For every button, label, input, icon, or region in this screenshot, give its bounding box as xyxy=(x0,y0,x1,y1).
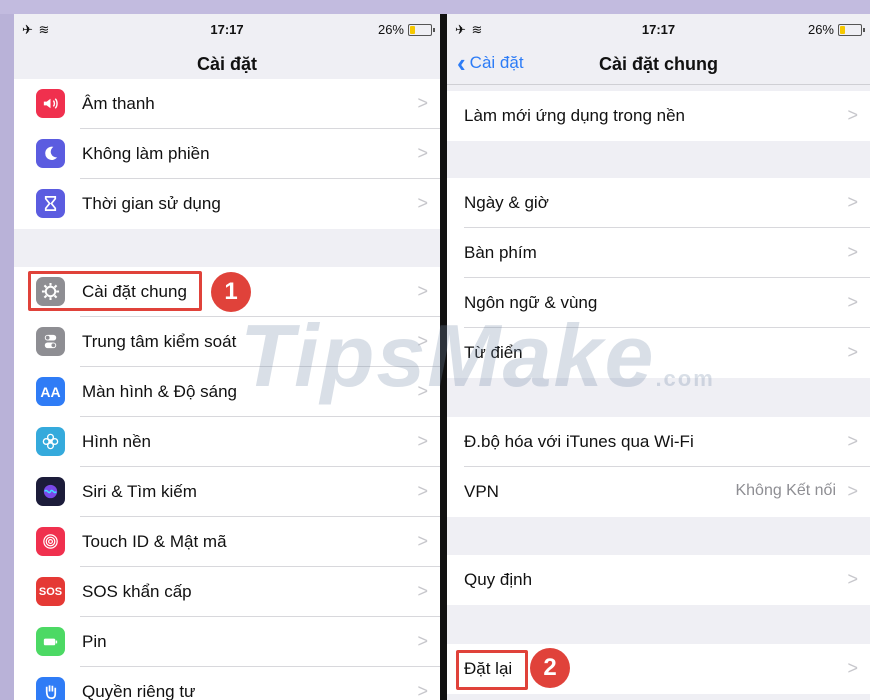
row-label: Làm mới ứng dụng trong nền xyxy=(464,106,685,125)
settings-row-privacy[interactable]: Quyền riêng tư > xyxy=(14,667,440,700)
battery-percent: 26% xyxy=(377,22,404,37)
chevron-right-icon: > xyxy=(847,481,858,501)
row-regulatory[interactable]: Quy định > xyxy=(447,555,870,605)
status-bar: ✈ ≋ 17:17 26% xyxy=(447,14,870,44)
row-label: Quyền riêng tư xyxy=(82,682,196,700)
text-size-icon: AA xyxy=(36,377,65,406)
row-keyboard[interactable]: Bàn phím > xyxy=(447,228,870,278)
row-label: Ngày & giờ xyxy=(464,193,549,212)
row-label: VPN xyxy=(464,482,499,501)
chevron-right-icon: > xyxy=(847,105,858,125)
battery-icon xyxy=(408,23,435,36)
highlight-box-reset xyxy=(456,650,528,690)
row-itunes-wifi-sync[interactable]: Đ.bộ hóa với iTunes qua Wi-Fi > xyxy=(447,417,870,467)
hand-icon xyxy=(36,677,65,700)
window-frame xyxy=(0,0,870,14)
page-title: Cài đặt xyxy=(196,54,257,74)
chevron-right-icon: > xyxy=(847,658,858,678)
status-bar: ✈ ≋ 17:17 26% xyxy=(14,14,440,44)
row-date-time[interactable]: Ngày & giờ > xyxy=(447,178,870,228)
watermark: TipsMake.com xyxy=(240,306,715,405)
row-label: Quy định xyxy=(464,570,533,589)
chevron-right-icon: > xyxy=(417,431,428,451)
chevron-right-icon: > xyxy=(417,481,428,501)
status-time: 17:17 xyxy=(210,22,244,37)
row-label: Pin xyxy=(82,632,107,651)
vpn-status-value: Không Kết nối xyxy=(735,482,836,499)
chevron-right-icon: > xyxy=(417,531,428,551)
toggles-icon xyxy=(36,327,65,356)
status-time: 17:17 xyxy=(641,22,676,37)
fingerprint-icon xyxy=(36,527,65,556)
chevron-right-icon: > xyxy=(417,193,428,213)
battery-icon xyxy=(838,23,865,36)
settings-row-touch-id[interactable]: Touch ID & Mật mã > xyxy=(14,517,440,567)
settings-row-battery[interactable]: Pin > xyxy=(14,617,440,667)
settings-row-sound[interactable]: Âm thanh > xyxy=(14,79,440,129)
row-label: Trung tâm kiểm soát xyxy=(82,332,237,351)
row-label: SOS khẩn cấp xyxy=(82,582,192,601)
row-background-refresh[interactable]: Làm mới ứng dụng trong nền > xyxy=(447,91,870,141)
chevron-right-icon: > xyxy=(417,93,428,113)
row-label: Âm thanh xyxy=(82,94,155,113)
row-label: Thời gian sử dụng xyxy=(82,194,221,213)
battery-icon xyxy=(36,627,65,656)
siri-icon xyxy=(36,477,65,506)
settings-row-screen-time[interactable]: Thời gian sử dụng > xyxy=(14,179,440,229)
settings-row-do-not-disturb[interactable]: Không làm phiền > xyxy=(14,129,440,179)
sos-icon: SOS xyxy=(36,577,65,606)
highlight-box-general xyxy=(28,271,202,311)
chevron-right-icon: > xyxy=(417,581,428,601)
settings-row-wallpaper[interactable]: Hình nền > xyxy=(14,417,440,467)
chevron-right-icon: > xyxy=(417,631,428,651)
row-label: Siri & Tìm kiếm xyxy=(82,482,197,501)
chevron-right-icon: > xyxy=(847,431,858,451)
row-vpn[interactable]: VPN Không Kết nối > xyxy=(447,467,870,517)
row-label: Bàn phím xyxy=(464,243,537,262)
chevron-right-icon: > xyxy=(417,681,428,700)
hourglass-icon xyxy=(36,189,65,218)
step-badge-2: 2 xyxy=(530,648,570,688)
moon-icon xyxy=(36,139,65,168)
chevron-right-icon: > xyxy=(847,342,858,362)
nav-bar: ‹ Cài đặt Cài đặt chung xyxy=(447,44,870,85)
battery-percent: 26% xyxy=(807,22,834,37)
row-label: Màn hình & Độ sáng xyxy=(82,382,237,401)
chevron-right-icon: > xyxy=(417,143,428,163)
chevron-right-icon: > xyxy=(847,192,858,212)
settings-row-sos[interactable]: SOS SOS khẩn cấp > xyxy=(14,567,440,617)
row-label: Không làm phiền xyxy=(82,144,210,163)
chevron-right-icon: > xyxy=(847,242,858,262)
row-label: Touch ID & Mật mã xyxy=(82,532,227,551)
chevron-right-icon: > xyxy=(847,569,858,589)
settings-row-siri[interactable]: Siri & Tìm kiếm > xyxy=(14,467,440,517)
chevron-right-icon: > xyxy=(847,292,858,312)
row-label: Đ.bộ hóa với iTunes qua Wi-Fi xyxy=(464,432,694,451)
sound-icon xyxy=(36,89,65,118)
page-title: Cài đặt chung xyxy=(598,54,718,74)
row-label: Hình nền xyxy=(82,432,151,451)
flower-icon xyxy=(36,427,65,456)
chevron-right-icon: > xyxy=(417,281,428,301)
